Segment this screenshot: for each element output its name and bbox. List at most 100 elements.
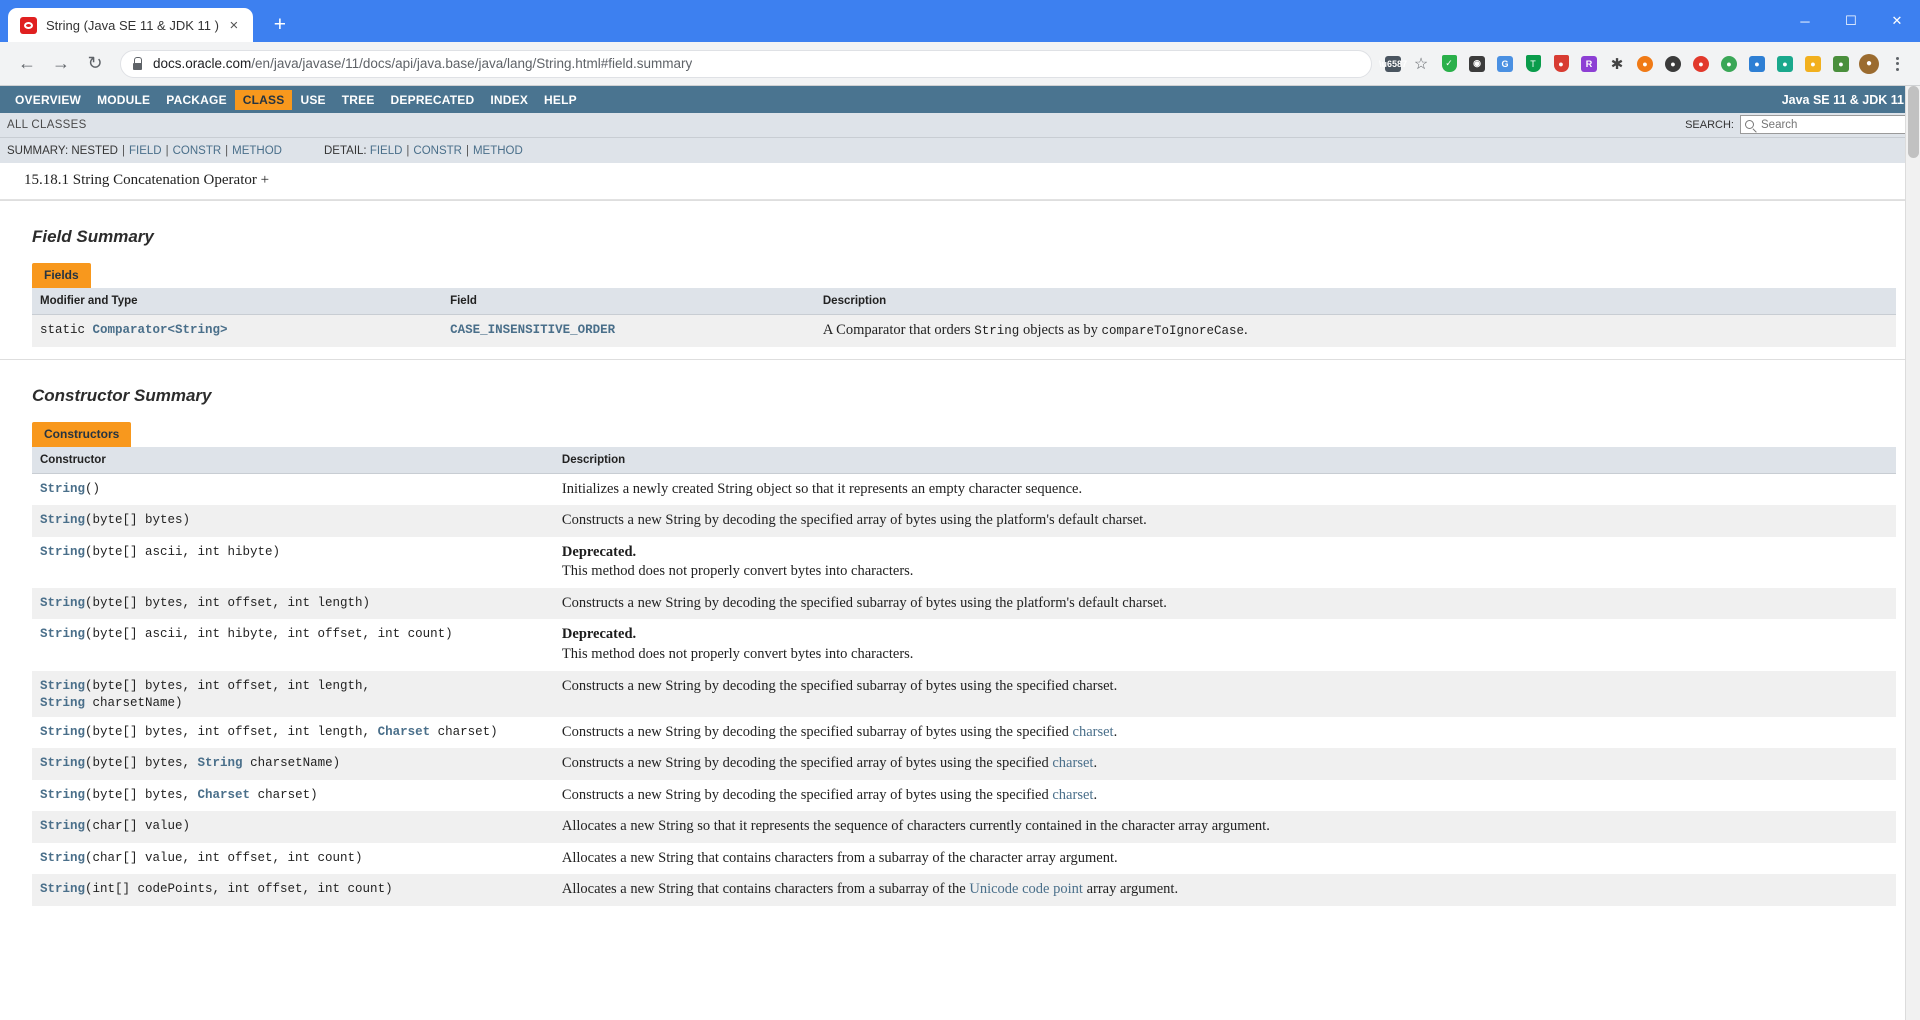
back-button[interactable]: ← [10,47,44,81]
constructor-link[interactable]: String [40,596,85,610]
desc-link[interactable]: charset [1073,724,1114,740]
summary-detail-bar: SUMMARY: NESTED | FIELD | CONSTR | METHOD DETA… [0,138,1920,164]
constructor-link[interactable]: String [40,756,85,770]
browser-menu-button[interactable] [1884,51,1910,77]
cell-description: Allocates a new String that contains cha… [553,874,1896,906]
cell-constructor: String(byte[] bytes, String charsetName) [32,748,554,780]
close-tab-icon[interactable]: × [225,16,243,34]
constructor-link[interactable]: String [40,851,85,865]
browser-tab[interactable]: String (Java SE 11 & JDK 11 ) × [8,8,253,42]
scrollbar-thumb[interactable] [1908,86,1919,158]
constructors-tab-caption[interactable]: Constructors [32,421,132,447]
green-extension-icon[interactable]: ● [1716,51,1742,77]
constructor-link[interactable]: String [40,725,85,739]
field-link[interactable]: CASE_INSENSITIVE_ORDER [450,323,615,337]
extension-icon-row: \u6587 ☆ ✓ ◉ G T ● R ✱ ● ● ● ● ● ● ● ● ● [1379,51,1910,77]
cell-constructor: String(byte[] bytes) [32,505,554,537]
nav-item-module[interactable]: MODULE [89,90,158,110]
purple-extension-icon[interactable]: R [1576,51,1602,77]
constructor-link[interactable]: String [40,545,85,559]
nav-item-tree[interactable]: TREE [334,90,383,110]
constructor-link[interactable]: String [40,819,85,833]
cell-modifier-type: static Comparator<String> [32,314,443,347]
constructor-arg-type-link[interactable]: Charset [378,725,431,739]
nav-item-deprecated[interactable]: DEPRECATED [383,90,483,110]
nav-item-help[interactable]: HELP [536,90,585,110]
java-version-label: Java SE 11 & JDK 11 [1781,92,1904,107]
constructor-args: (byte[] bytes, [85,756,198,771]
constructor-link[interactable]: String [40,679,85,693]
constructor-link[interactable]: String [40,513,85,527]
desc-mid: objects as by [1019,322,1102,338]
bookmark-star-icon[interactable]: ☆ [1408,51,1434,77]
search-icon [1745,120,1754,129]
adblock-icon[interactable]: ● [1548,51,1574,77]
type-link[interactable]: Comparator<String> [93,323,228,337]
fields-tab-caption[interactable]: Fields [32,263,91,288]
browser-tabstrip: String (Java SE 11 & JDK 11 ) × + ─ ☐ ✕ [0,0,1920,42]
nav-item-class[interactable]: CLASS [234,89,293,110]
field-summary-title: Field Summary [32,227,154,246]
summary-item-field[interactable]: FIELD [129,145,162,157]
summary-item-method[interactable]: METHOD [232,145,282,157]
page-scrollbar[interactable] [1905,86,1920,1020]
nav-item-overview[interactable]: OVERVIEW [7,90,89,110]
nav-item-use[interactable]: USE [292,90,333,110]
tampermonkey-icon[interactable]: T [1520,51,1546,77]
table-row: String(int[] codePoints, int offset, int… [32,874,1896,906]
nav-item-index[interactable]: INDEX [482,90,536,110]
orange-extension-icon[interactable]: ● [1632,51,1658,77]
desc-post: . [1113,723,1118,740]
red-extension-icon[interactable]: ● [1688,51,1714,77]
translate-icon[interactable]: \u6587 [1379,51,1407,77]
blue-extension-icon[interactable]: ● [1744,51,1770,77]
constructor-arg-type-link[interactable]: String [198,756,243,770]
window-maximize-button[interactable]: ☐ [1828,0,1874,42]
desc-link[interactable]: charset [1052,755,1093,771]
address-bar[interactable]: docs.oracle.com/en/java/javase/11/docs/a… [120,49,1372,78]
desc-link[interactable]: Unicode code point [969,881,1083,897]
constructor-link[interactable]: String [40,788,85,802]
dark-extension-icon[interactable]: ● [1660,51,1686,77]
all-classes-link[interactable]: ALL CLASSES [7,119,87,131]
new-tab-button[interactable]: + [265,9,295,39]
constructor-arg-type-link[interactable]: String [40,696,85,710]
summary-label: SUMMARY: [7,144,69,157]
reload-button[interactable]: ↻ [78,47,112,81]
asterisk-extension-icon[interactable]: ✱ [1604,51,1630,77]
nav-item-package[interactable]: PACKAGE [158,90,235,110]
desc-link[interactable]: charset [1052,787,1093,803]
multicolor-extension-icon[interactable]: ● [1828,51,1854,77]
search-area: SEARCH: ✕ [1685,115,1917,134]
detail-item-field[interactable]: FIELD [370,145,403,157]
constructor-args-tail: charsetName) [242,756,341,771]
detail-item-method[interactable]: METHOD [473,145,523,157]
shield-green-icon[interactable]: ✓ [1436,51,1462,77]
teal-extension-icon[interactable]: ● [1772,51,1798,77]
yellow-extension-icon[interactable]: ● [1800,51,1826,77]
table-row: String() Initializes a newly created Stri… [32,473,1896,506]
window-close-button[interactable]: ✕ [1874,0,1920,42]
desc-text: Constructs a new String by decoding the … [561,677,1118,694]
forward-button[interactable]: → [44,47,78,81]
detail-item-constr[interactable]: CONSTR [413,145,462,157]
constructor-rows: String() Initializes a newly created Stri… [32,473,1896,906]
table-row: String(byte[] bytes) Constructs a new Str… [32,505,1896,537]
ghostery-icon[interactable]: ◉ [1464,51,1490,77]
window-minimize-button[interactable]: ─ [1782,0,1828,42]
constructor-link[interactable]: String [40,482,85,496]
grammarly-icon[interactable]: G [1492,51,1518,77]
profile-avatar[interactable]: ● [1856,51,1882,77]
sep-4: | [406,144,410,157]
search-box[interactable]: ✕ [1740,115,1917,134]
jls-reference-line: 15.18.1 String Concatenation Operator + [24,172,270,188]
javadoc-subnav: ALL CLASSES SEARCH: ✕ [0,113,1920,138]
constructor-arg-type-link[interactable]: Charset [198,788,251,802]
summary-item-nested: NESTED [71,144,118,157]
field-summary-table: Modifier and Type Field Description stat… [32,288,1896,347]
table-row: String(byte[] bytes, int offset, int len… [32,716,1896,749]
constructor-link[interactable]: String [40,627,85,641]
constructor-link[interactable]: String [40,882,85,896]
search-input[interactable] [1759,117,1917,132]
summary-item-constr[interactable]: CONSTR [173,145,222,157]
